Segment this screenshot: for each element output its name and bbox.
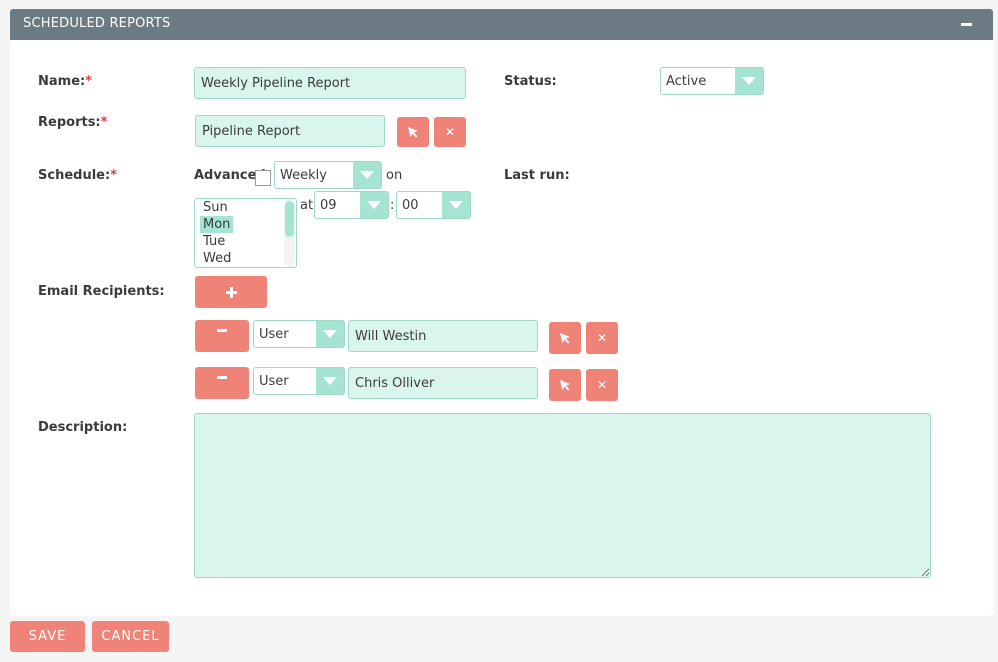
day-option-tue[interactable]: Tue	[200, 233, 228, 250]
minus-icon	[217, 375, 227, 379]
required-mark: *	[85, 74, 93, 89]
close-icon: ✕	[596, 331, 608, 345]
close-icon: ✕	[444, 125, 456, 139]
name-input[interactable]: Weekly Pipeline Report	[194, 67, 466, 99]
plus-icon	[225, 286, 237, 298]
day-option-mon[interactable]: Mon	[200, 216, 234, 233]
time-colon: :	[390, 198, 395, 213]
recipient-name-input[interactable]: Chris Olliver	[348, 367, 538, 399]
hour-dropdown-arrow[interactable]	[360, 192, 388, 218]
recipient-type-value: User	[259, 326, 289, 342]
recipient-type-value: User	[259, 373, 289, 389]
day-listbox[interactable]: Sun Mon Tue Wed	[194, 198, 297, 268]
cursor-arrow-icon	[408, 127, 418, 138]
frequency-dropdown-arrow[interactable]	[353, 162, 381, 188]
status-label: Status:	[504, 74, 557, 89]
reports-select-button[interactable]	[397, 117, 429, 147]
recipient-type-dropdown-arrow[interactable]	[316, 321, 344, 347]
panel-title: SCHEDULED REPORTS	[23, 16, 171, 31]
at-text: at	[300, 198, 314, 213]
save-button[interactable]: SAVE	[10, 621, 85, 652]
hour-value: 09	[320, 197, 337, 213]
status-value: Active	[666, 73, 707, 89]
on-text: on	[386, 168, 403, 183]
recipient-clear-button[interactable]: ✕	[586, 369, 618, 401]
frequency-select[interactable]: Weekly	[274, 161, 382, 189]
collapse-minus-icon[interactable]	[961, 23, 972, 26]
chevron-down-icon	[323, 377, 337, 385]
scheduled-reports-panel: SCHEDULED REPORTS Name:* Weekly Pipeline…	[10, 9, 993, 616]
cursor-arrow-icon	[560, 333, 570, 344]
remove-recipient-button[interactable]	[195, 320, 249, 352]
recipient-type-select[interactable]: User	[253, 367, 345, 395]
remove-recipient-button[interactable]	[195, 367, 249, 399]
add-recipient-button[interactable]	[195, 276, 267, 308]
chevron-down-icon	[360, 171, 374, 179]
day-option-wed[interactable]: Wed	[200, 250, 234, 267]
minute-select[interactable]: 00	[396, 191, 471, 219]
advanced-checkbox[interactable]	[255, 170, 271, 186]
listbox-scrollbar[interactable]	[284, 200, 295, 266]
recipient-type-dropdown-arrow[interactable]	[316, 368, 344, 394]
email-recipients-label: Email Recipients:	[38, 284, 165, 299]
recipient-type-select[interactable]: User	[253, 320, 345, 348]
recipient-name-input[interactable]: Will Westin	[348, 320, 538, 352]
schedule-label: Schedule:*	[38, 168, 117, 183]
description-label: Description:	[38, 420, 128, 435]
recipient-select-button[interactable]	[549, 322, 581, 354]
cancel-button[interactable]: CANCEL	[92, 621, 169, 652]
panel-header: SCHEDULED REPORTS	[10, 9, 993, 40]
day-option-sun[interactable]: Sun	[200, 199, 231, 216]
status-dropdown-arrow[interactable]	[735, 68, 763, 94]
reports-input[interactable]: Pipeline Report	[195, 115, 385, 147]
required-mark: *	[100, 115, 108, 130]
description-textarea[interactable]	[194, 413, 931, 578]
minus-icon	[217, 328, 227, 332]
chevron-down-icon	[367, 201, 381, 209]
required-mark: *	[110, 168, 117, 183]
frequency-value: Weekly	[280, 167, 327, 183]
close-icon: ✕	[596, 378, 608, 392]
chevron-down-icon	[742, 77, 756, 85]
chevron-down-icon	[323, 330, 337, 338]
name-label: Name:*	[38, 74, 93, 89]
cursor-arrow-icon	[560, 380, 570, 391]
minute-value: 00	[402, 197, 419, 213]
status-select[interactable]: Active	[660, 67, 764, 95]
listbox-scroll-thumb[interactable]	[285, 201, 294, 237]
last-run-label: Last run:	[504, 168, 570, 183]
reports-label: Reports:*	[38, 115, 108, 130]
recipient-clear-button[interactable]: ✕	[586, 322, 618, 354]
reports-clear-button[interactable]: ✕	[434, 117, 466, 147]
chevron-down-icon	[449, 201, 463, 209]
hour-select[interactable]: 09	[314, 191, 389, 219]
minute-dropdown-arrow[interactable]	[442, 192, 470, 218]
recipient-select-button[interactable]	[549, 369, 581, 401]
